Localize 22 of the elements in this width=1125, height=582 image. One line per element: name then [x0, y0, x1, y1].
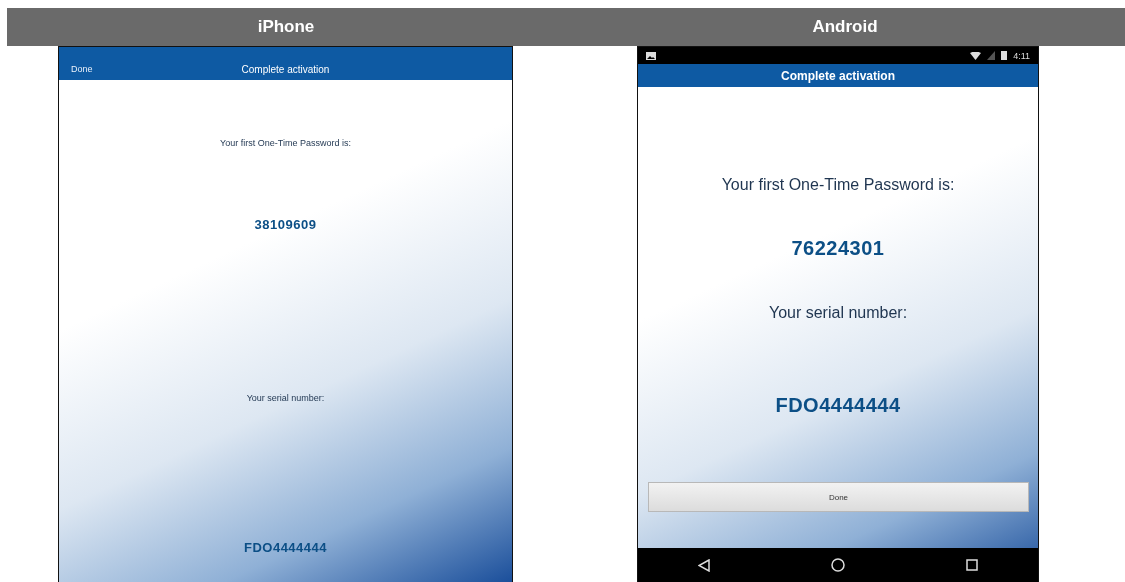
recents-icon[interactable] [965, 559, 978, 571]
otp-code: 38109609 [254, 217, 317, 233]
home-icon[interactable] [831, 558, 845, 572]
otp-label: Your first One-Time Password is: [721, 175, 955, 195]
platform-heading: iPhone [257, 17, 315, 37]
platform-heading: Android [812, 17, 878, 37]
no-sim-icon [987, 51, 996, 60]
screen-title: Complete activation [781, 68, 895, 83]
wifi-icon [970, 51, 982, 60]
otp-code: 76224301 [791, 236, 885, 261]
serial-number: FDO4444444 [243, 540, 328, 556]
serial-number: FDO4444444 [775, 393, 901, 418]
serial-label: Your serial number: [768, 303, 908, 323]
done-button[interactable]: Done [59, 64, 119, 74]
battery-icon [1001, 51, 1008, 60]
serial-label: Your serial number: [246, 392, 325, 405]
status-time: 4:11 [1013, 50, 1030, 61]
otp-label: Your first One-Time Password is: [220, 137, 351, 150]
back-icon[interactable] [698, 558, 711, 572]
done-button[interactable]: Done [648, 482, 1029, 512]
screen-title: Complete activation [240, 63, 331, 75]
image-icon [646, 51, 656, 60]
